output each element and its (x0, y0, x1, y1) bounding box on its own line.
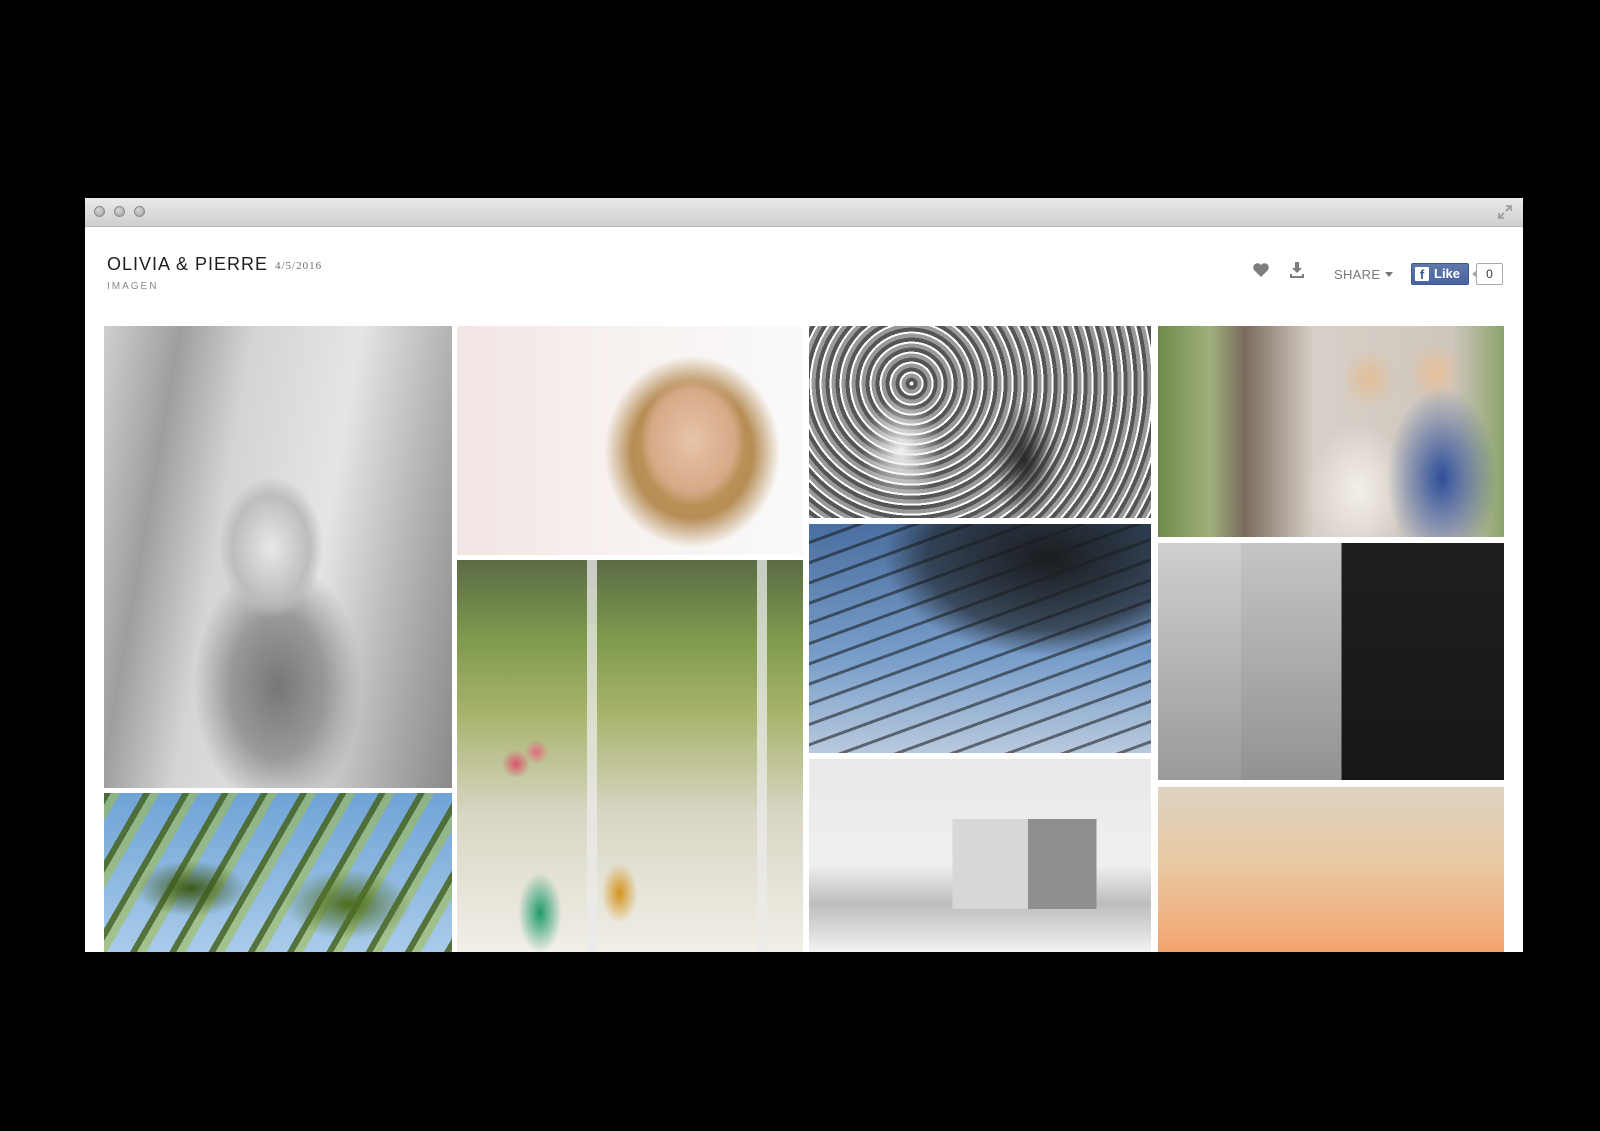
photo-bride-smiling-closeup[interactable] (457, 326, 803, 555)
photo-petal-toss-bw[interactable] (809, 326, 1151, 518)
gallery-date: 4/5/2016 (275, 260, 323, 272)
close-dot[interactable] (94, 206, 105, 217)
minimize-dot[interactable] (114, 206, 125, 217)
chevron-down-icon (1385, 272, 1394, 277)
browser-window: OLIVIA & PIERRE 4/5/2016 IMAGEN SHARE f … (85, 198, 1523, 952)
photo-church-bw[interactable] (809, 759, 1151, 952)
facebook-icon: f (1415, 267, 1429, 282)
share-button[interactable]: SHARE (1334, 267, 1394, 282)
expand-icon[interactable] (1497, 204, 1513, 220)
photo-couple-holding-hands-bw[interactable] (1158, 543, 1504, 780)
heart-icon[interactable] (1251, 260, 1271, 280)
share-label: SHARE (1334, 267, 1381, 282)
download-icon[interactable] (1287, 260, 1307, 280)
like-label: Like (1434, 266, 1461, 281)
photo-sunset-sky[interactable] (1158, 787, 1504, 952)
photo-palm-trees[interactable] (104, 793, 452, 952)
like-count: 0 (1472, 263, 1503, 285)
facebook-like-button[interactable]: f Like (1411, 263, 1469, 285)
photo-bride-portrait-bw[interactable] (104, 326, 452, 788)
photo-palm-silhouette-string-lights[interactable] (809, 524, 1151, 753)
photo-couple-portrait-color[interactable] (1158, 326, 1504, 537)
window-titlebar (85, 198, 1523, 227)
gallery-subtitle: IMAGEN (107, 281, 159, 292)
photo-table-setting-flowers[interactable] (457, 560, 803, 952)
gallery-title: OLIVIA & PIERRE (107, 254, 269, 274)
zoom-dot[interactable] (134, 206, 145, 217)
